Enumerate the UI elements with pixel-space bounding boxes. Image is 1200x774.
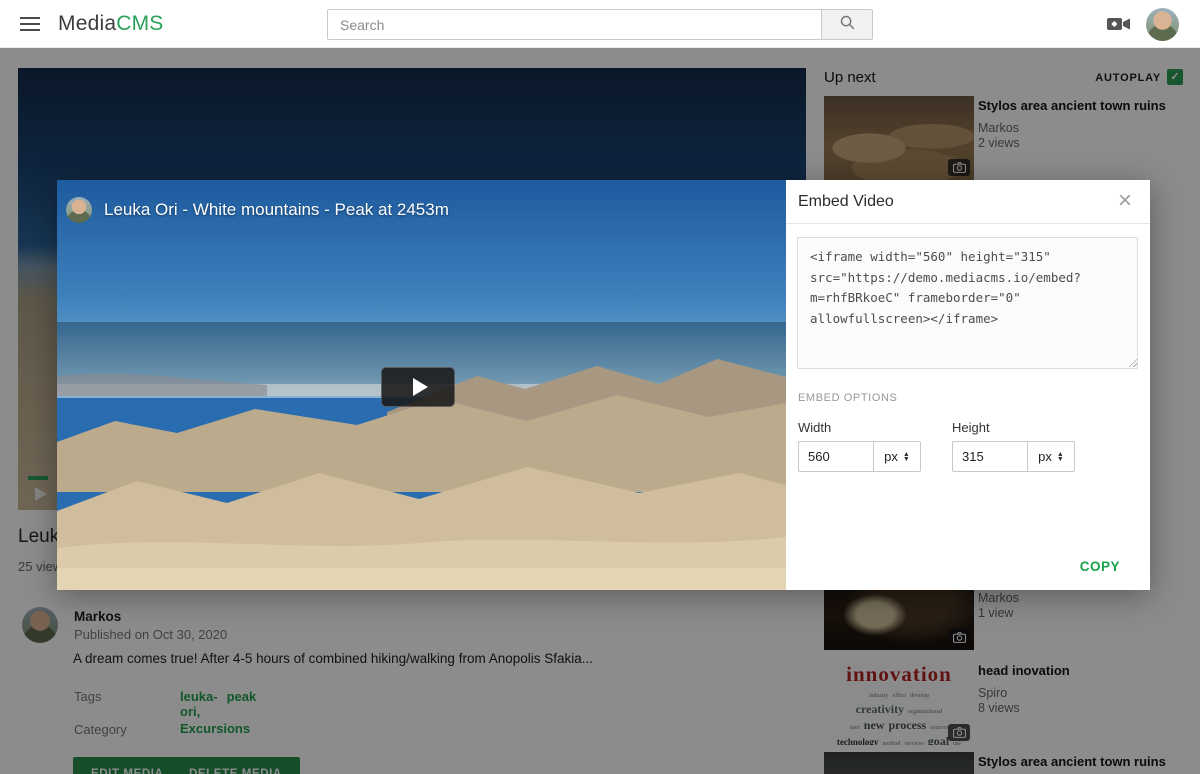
width-unit-select[interactable]: px ▲▼ (873, 441, 921, 472)
logo-text-cms: CMS (116, 12, 163, 35)
play-button[interactable] (381, 367, 455, 407)
hamburger-menu-icon[interactable] (20, 17, 40, 31)
search-bar (327, 9, 873, 40)
embed-code-textarea[interactable]: <iframe width="560" height="315" src="ht… (797, 237, 1138, 369)
embed-video-preview[interactable]: Leuka Ori - White mountains - Peak at 24… (57, 180, 786, 590)
width-input[interactable] (798, 441, 874, 472)
height-unit-value: px (1038, 449, 1052, 464)
embed-video-modal: Embed Video × <iframe width="560" height… (786, 180, 1150, 590)
close-icon[interactable]: × (1118, 188, 1132, 214)
copy-button[interactable]: COPY (1080, 559, 1120, 574)
mediacms-logo[interactable]: MediaCMS (58, 12, 163, 36)
logo-text-media: Media (58, 12, 116, 35)
mediacms-page: MediaCMS Leuka Ori - White mountains - P… (0, 0, 1200, 774)
video-camera-plus-icon (1106, 22, 1132, 39)
stepper-arrows-icon: ▲▼ (1057, 452, 1064, 462)
width-label: Width (798, 420, 831, 435)
height-input[interactable] (952, 441, 1028, 472)
search-icon (839, 14, 856, 36)
upload-media-button[interactable] (1106, 13, 1136, 35)
embed-options-label: EMBED OPTIONS (798, 392, 897, 404)
play-icon (413, 378, 428, 396)
search-button[interactable] (821, 9, 873, 40)
stepper-arrows-icon: ▲▼ (903, 452, 910, 462)
height-field-group: px ▲▼ (952, 441, 1075, 472)
width-field-group: px ▲▼ (798, 441, 921, 472)
height-label: Height (952, 420, 990, 435)
height-unit-select[interactable]: px ▲▼ (1027, 441, 1075, 472)
modal-header: Embed Video × (786, 180, 1150, 224)
preview-author-avatar[interactable] (66, 197, 92, 223)
width-unit-value: px (884, 449, 898, 464)
embed-popup: Leuka Ori - White mountains - Peak at 24… (57, 180, 1150, 590)
preview-video-title: Leuka Ori - White mountains - Peak at 24… (104, 200, 449, 220)
user-avatar[interactable] (1146, 8, 1179, 41)
search-input[interactable] (327, 9, 822, 40)
top-header: MediaCMS (0, 0, 1200, 48)
modal-title: Embed Video (798, 193, 894, 211)
